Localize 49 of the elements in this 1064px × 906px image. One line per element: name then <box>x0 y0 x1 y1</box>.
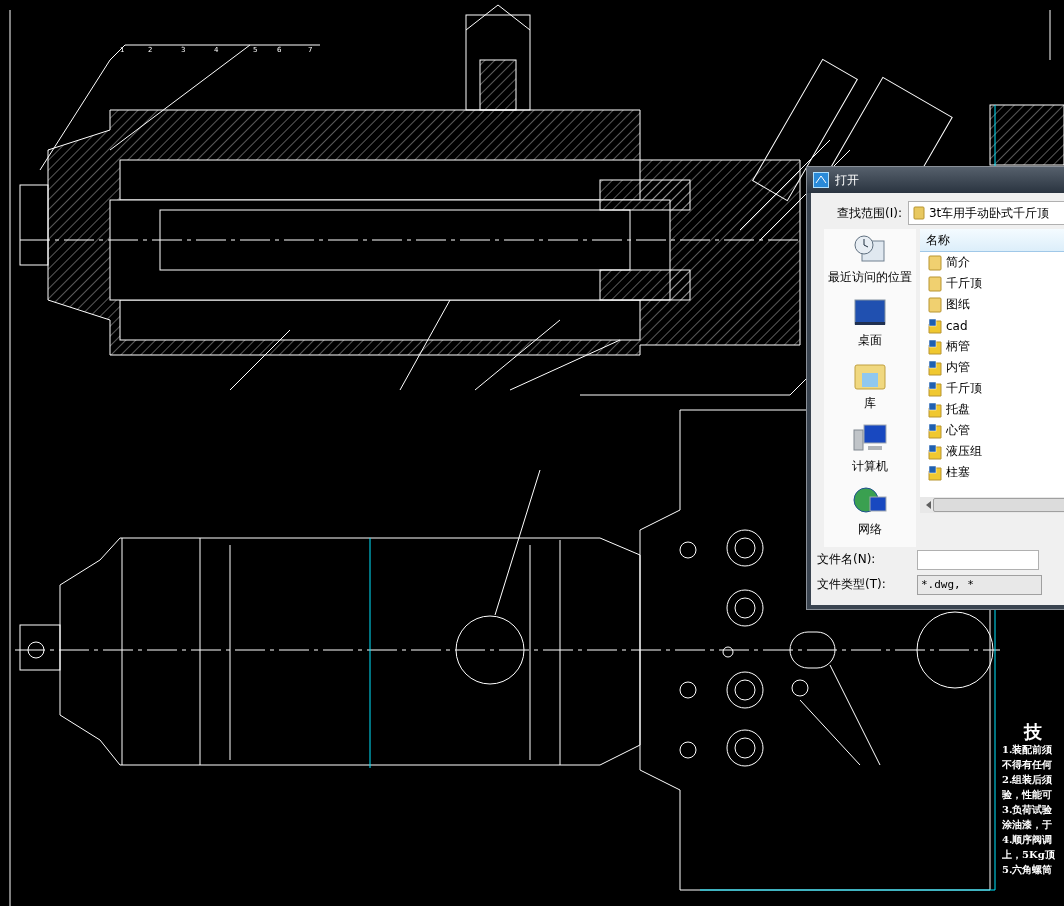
shortcut-folder-icon <box>928 464 942 481</box>
folder-icon <box>928 254 942 271</box>
file-name[interactable]: 图纸 <box>946 296 970 313</box>
horizontal-scrollbar[interactable] <box>920 497 1064 513</box>
note-line: 3.负荷试验 <box>1002 803 1053 817</box>
shortcut-folder-icon <box>928 380 942 397</box>
app-icon <box>813 172 829 188</box>
file-name[interactable]: 柱塞 <box>946 464 970 481</box>
shortcut-folder-icon <box>928 317 942 334</box>
file-name[interactable]: 液压组 <box>946 443 982 460</box>
file-name[interactable]: cad <box>946 318 968 333</box>
shortcut-folder-icon <box>928 338 942 355</box>
notes-title: 技 <box>1022 722 1043 742</box>
scroll-thumb[interactable] <box>933 498 1064 512</box>
note-line: 4.顺序阀调 <box>1002 833 1053 847</box>
note-line: 2.组装后须 <box>1002 773 1053 787</box>
file-name[interactable]: 柄管 <box>946 338 970 355</box>
file-type-dropdown[interactable]: *.dwg, * <box>917 574 1042 595</box>
file-name[interactable]: 千斤顶 <box>946 380 982 397</box>
note-line: 1.装配前须 <box>1002 743 1053 757</box>
folder-icon <box>928 275 942 292</box>
place-label[interactable]: 最近访问的位置 <box>828 269 912 286</box>
folder-icon <box>928 296 942 313</box>
place-label[interactable]: 网络 <box>858 521 882 538</box>
file-name[interactable]: 简介 <box>946 254 970 271</box>
dialog-title: 打开 <box>835 171 859 189</box>
shortcut-folder-icon <box>928 422 942 439</box>
file-name-field[interactable] <box>917 549 1039 570</box>
file-type-label: 文件类型(T): <box>817 576 887 593</box>
place-label[interactable]: 桌面 <box>858 332 882 349</box>
look-in-label: 查找范围(I): <box>837 204 902 222</box>
name-column-header[interactable]: 名称 <box>920 229 1064 252</box>
file-name[interactable]: 内管 <box>946 359 970 376</box>
note-line: 验，性能可 <box>1002 788 1052 802</box>
note-line: 5.六角螺筒 <box>1002 863 1053 877</box>
file-name[interactable]: 千斤顶 <box>946 275 982 292</box>
folder-icon <box>912 206 925 220</box>
file-name[interactable]: 托盘 <box>946 401 970 418</box>
place-label[interactable]: 计算机 <box>852 458 888 475</box>
note-line: 涂油漆，于 <box>1002 818 1052 832</box>
place-label[interactable]: 库 <box>864 395 876 412</box>
file-name-label: 文件名(N): <box>817 551 877 568</box>
file-name[interactable]: 心管 <box>946 422 970 439</box>
note-line: 上，5Kg顶 <box>1002 848 1055 862</box>
note-line: 不得有任何 <box>1002 758 1052 772</box>
look-in-dropdown[interactable]: 3t车用手动卧式千斤顶 <box>907 201 1064 225</box>
shortcut-folder-icon <box>928 359 942 376</box>
shortcut-folder-icon <box>928 401 942 418</box>
shortcut-folder-icon <box>928 443 942 460</box>
